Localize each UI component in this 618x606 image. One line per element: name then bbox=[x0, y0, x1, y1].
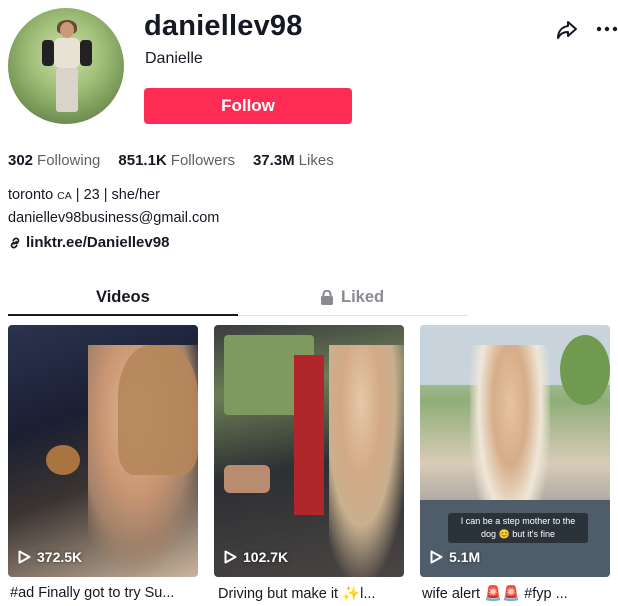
play-icon bbox=[224, 550, 237, 564]
bio-line-1: toronto CA | 23 | she/her bbox=[8, 184, 219, 207]
video-thumbnail-mic bbox=[224, 465, 270, 493]
following-label: Following bbox=[37, 152, 101, 169]
stat-likes: 37.3M Likes bbox=[253, 152, 334, 169]
video-views-count: 372.5K bbox=[37, 549, 83, 565]
likes-count: 37.3M bbox=[252, 152, 295, 169]
video-thumbnail-hair bbox=[118, 345, 198, 475]
video-views: 102.7K bbox=[224, 549, 288, 565]
bio-link-text: linktr.ee/Daniellev98 bbox=[26, 234, 170, 251]
video-views-count: 102.7K bbox=[243, 549, 289, 565]
profile-stats: 302 Following 851.1K Followers 37.3M Likes bbox=[8, 152, 352, 169]
stat-followers[interactable]: 851.1K Followers bbox=[118, 152, 235, 169]
video-thumbnail-tree bbox=[560, 335, 610, 405]
tab-liked[interactable]: Liked bbox=[320, 288, 384, 307]
more-icon[interactable] bbox=[596, 26, 618, 32]
bio-email: daniellev98business@gmail.com bbox=[8, 210, 220, 226]
video-thumbnail-door bbox=[294, 355, 324, 515]
bio-details: | 23 | she/her bbox=[71, 187, 160, 203]
bio-country: CA bbox=[57, 190, 72, 202]
lock-icon bbox=[321, 290, 333, 305]
tab-videos[interactable]: Videos bbox=[96, 288, 150, 307]
profile-tabs: Videos Liked bbox=[8, 280, 468, 316]
video-card[interactable]: 372.5K bbox=[8, 325, 198, 577]
stat-following[interactable]: 302 Following bbox=[8, 152, 100, 169]
video-caption[interactable]: Driving but make it ✨l... bbox=[218, 585, 408, 602]
profile-nickname: Danielle bbox=[145, 50, 203, 67]
profile-bio: toronto CA | 23 | she/her daniellev98bus… bbox=[8, 184, 219, 229]
profile-username: daniellev98 bbox=[144, 10, 303, 42]
video-caption[interactable]: #ad Finally got to try Su... bbox=[10, 585, 200, 601]
follow-button[interactable]: Follow bbox=[144, 88, 352, 124]
video-caption[interactable]: wife alert 🚨🚨 #fyp ... bbox=[422, 585, 612, 602]
video-thumbnail-person bbox=[329, 345, 404, 577]
share-icon[interactable] bbox=[555, 18, 579, 42]
video-views: 372.5K bbox=[18, 549, 82, 565]
link-icon bbox=[10, 237, 20, 248]
bio-location: toronto bbox=[8, 187, 58, 203]
tab-indicator bbox=[8, 314, 238, 316]
avatar[interactable] bbox=[8, 8, 124, 124]
avatar-person bbox=[42, 20, 92, 112]
play-icon bbox=[430, 550, 443, 564]
video-views: 5.1M bbox=[430, 549, 480, 565]
video-card[interactable]: I can be a step mother to the dog 😊 but … bbox=[420, 325, 610, 577]
following-count: 302 bbox=[8, 152, 34, 169]
followers-label: Followers bbox=[170, 152, 235, 169]
video-overlay-text: I can be a step mother to the dog 😊 but … bbox=[448, 513, 588, 543]
likes-label: Likes bbox=[298, 152, 334, 169]
followers-count: 851.1K bbox=[118, 152, 167, 169]
video-card[interactable]: 102.7K bbox=[214, 325, 404, 577]
tab-liked-label: Liked bbox=[341, 288, 385, 306]
play-icon bbox=[18, 550, 31, 564]
video-views-count: 5.1M bbox=[449, 549, 481, 565]
bio-link[interactable]: linktr.ee/Daniellev98 bbox=[8, 234, 169, 251]
video-thumbnail-mic bbox=[46, 445, 80, 475]
